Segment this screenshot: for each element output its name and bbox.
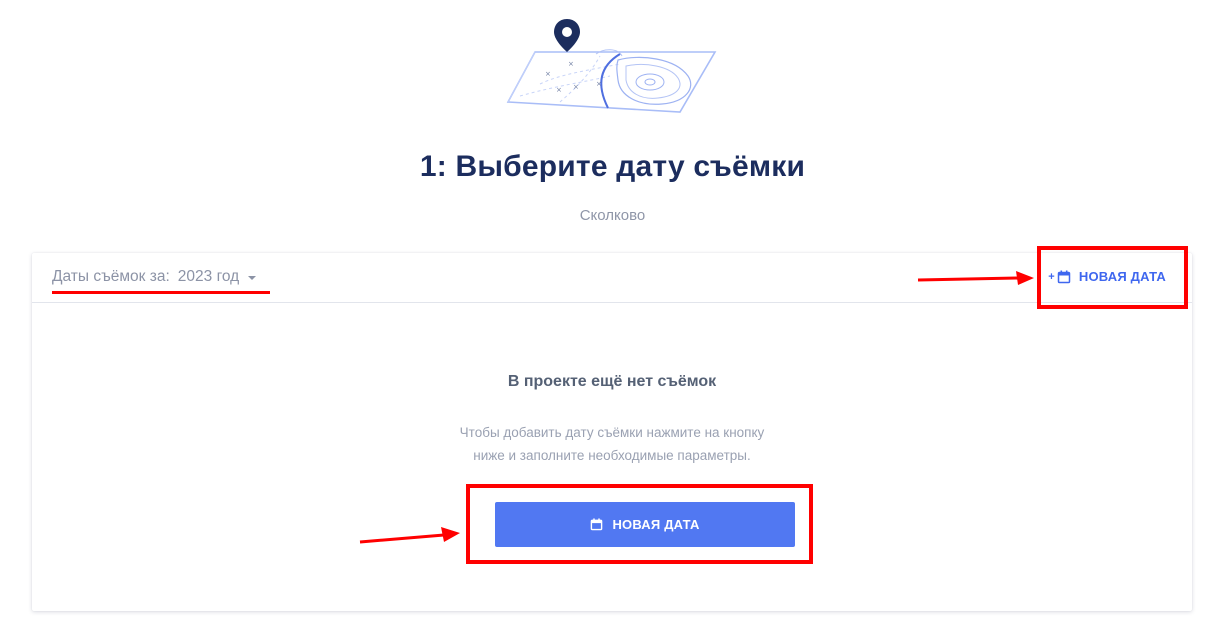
empty-state-hint-line: Чтобы добавить дату съёмки нажмите на кн… — [459, 425, 765, 440]
empty-state-title: В проекте ещё нет съёмок — [507, 373, 717, 390]
year-filter-value: 2023 год — [177, 268, 240, 285]
svg-text:×: × — [556, 86, 562, 94]
year-filter-dropdown[interactable]: Даты съёмок за: 2023 год — [52, 268, 257, 286]
svg-text:×: × — [568, 60, 574, 68]
svg-text:×: × — [573, 83, 579, 91]
svg-text:×: × — [596, 80, 602, 88]
svg-text:×: × — [545, 70, 551, 78]
empty-state-hint-line: ниже и заполните необходимые параметры. — [473, 448, 751, 463]
empty-state-hint: Чтобы добавить дату съёмки нажмите на кн… — [32, 421, 1192, 467]
annotation-underline — [52, 291, 270, 294]
annotation-highlight-box — [466, 484, 813, 564]
map-illustration: × × × × × — [506, 19, 717, 113]
annotation-arrow-icon — [359, 527, 460, 544]
annotation-arrow-icon — [917, 271, 1034, 285]
annotation-highlight-box — [1037, 246, 1188, 309]
page-title: 1: Выберите дату съёмки — [419, 150, 806, 183]
project-name: Сколково — [579, 207, 646, 224]
year-filter-label: Даты съёмок за: — [52, 268, 170, 285]
location-pin-icon — [554, 19, 580, 52]
caret-down-icon — [248, 276, 257, 280]
